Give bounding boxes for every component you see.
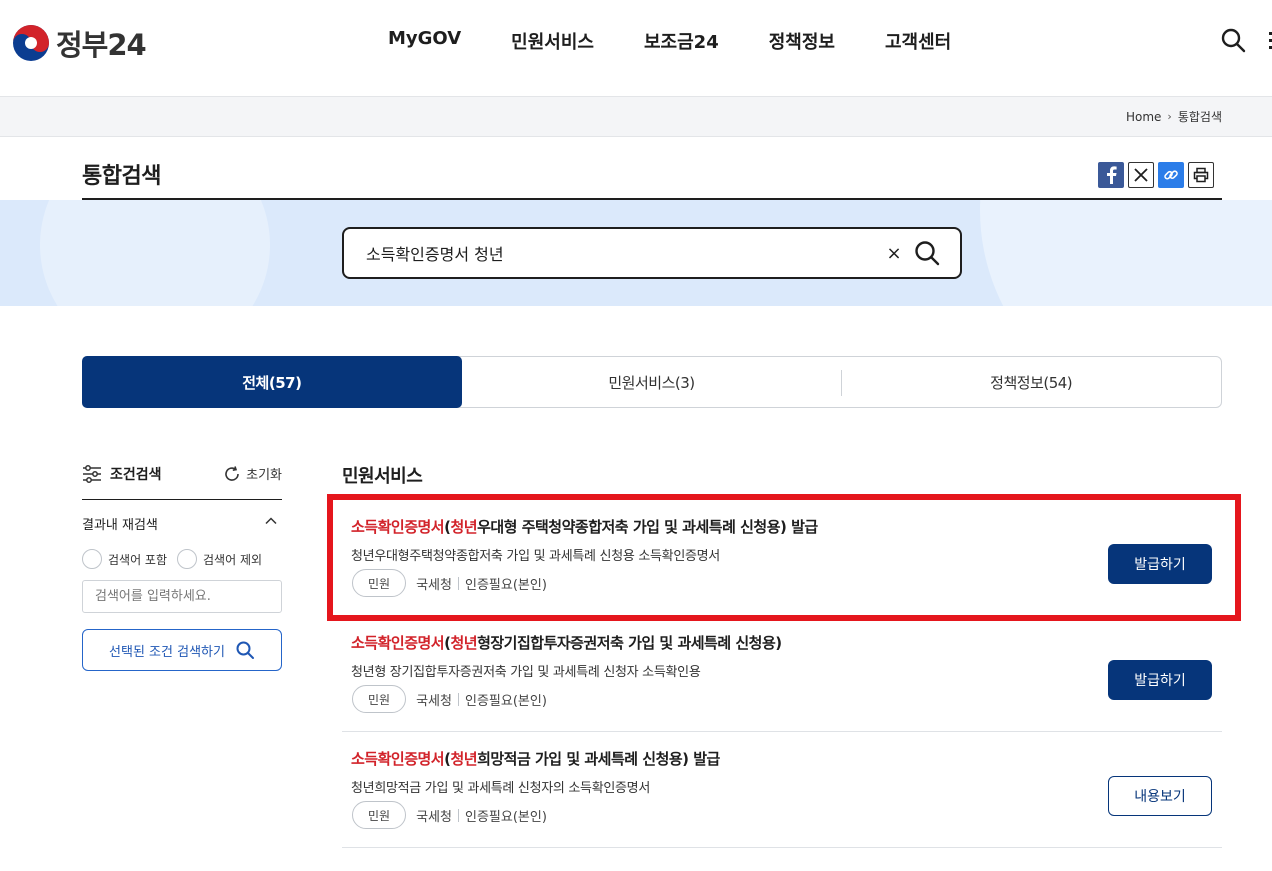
auth-requirement: 인증필요(본인): [464, 809, 547, 825]
result-title[interactable]: 소득확인증명서(청년희망적금 가입 및 과세특례 신청용) 발급: [351, 748, 720, 769]
agency: 국세청: [416, 693, 452, 709]
page-title: 통합검색: [82, 164, 161, 189]
result-tabs: 전체(57) 민원서비스(3) 정책정보(54): [82, 356, 1222, 408]
nav-customer-center[interactable]: 고객센터: [885, 28, 951, 54]
site-logo[interactable]: 정부24: [12, 22, 147, 64]
site-header: 정부24 MyGOV 민원서비스 보조금24 정책정보 고객센터: [0, 0, 1272, 96]
search-box: ×: [342, 227, 962, 279]
taegeuk-logo-icon: [13, 25, 49, 61]
list-item: 소득확인증명서(청년형장기집합투자증권저축 가입 및 과세특례 신청용) 청년형…: [342, 616, 1222, 732]
search-input[interactable]: [366, 241, 866, 265]
search-icon: [1221, 28, 1246, 53]
main-nav: MyGOV 민원서비스 보조금24 정책정보 고객센터: [388, 28, 951, 54]
agency: 국세청: [416, 809, 452, 825]
all-menu-button[interactable]: [1262, 28, 1272, 54]
nav-civil-service[interactable]: 민원서비스: [511, 28, 594, 54]
title-text: 우대형 주택청약종합저축 가입 및 과세특례 신청용) 발급: [477, 518, 818, 536]
refine-search-input[interactable]: [82, 580, 282, 613]
agency: 국세청: [416, 577, 452, 593]
category-chip: 민원: [352, 801, 407, 829]
sliders-icon: [83, 465, 101, 483]
search-icon: [236, 641, 254, 659]
issue-button[interactable]: 발급하기: [1108, 544, 1212, 584]
breadcrumb-bar: Home › 통합검색: [0, 96, 1272, 137]
refine-search-header[interactable]: 결과내 재검색: [82, 514, 282, 533]
meta-divider: [457, 576, 459, 590]
nav-mygov[interactable]: MyGOV: [388, 28, 461, 54]
result-description: 청년희망적금 가입 및 과세특례 신청자의 소득확인증명서: [351, 781, 651, 796]
breadcrumb: Home › 통합검색: [1126, 108, 1222, 125]
auth-requirement: 인증필요(본인): [464, 577, 547, 593]
result-description: 청년우대형주택청약종합저축 가입 및 과세특례 신청용 소득확인증명서: [351, 549, 720, 564]
title-highlight: 소득확인증명서: [351, 750, 445, 768]
filter-title-label: 조건검색: [110, 467, 162, 483]
x-share-button[interactable]: [1128, 162, 1154, 188]
title-highlight: 소득확인증명서: [351, 518, 445, 536]
breadcrumb-home[interactable]: Home: [1126, 110, 1161, 124]
category-chip: 민원: [352, 685, 407, 713]
radio-circle[interactable]: [177, 549, 198, 569]
submit-search-button[interactable]: [912, 239, 942, 269]
title-text: 희망적금 가입 및 과세특례 신청용) 발급: [477, 750, 720, 768]
result-meta: 민원 국세청 인증필요(본인): [352, 801, 547, 829]
tab-civil-service[interactable]: 민원서비스(3): [462, 357, 842, 407]
result-description: 청년형 장기집합투자증권저축 가입 및 과세특례 신청자 소득확인용: [351, 665, 701, 680]
result-title[interactable]: 소득확인증명서(청년우대형 주택청약종합저축 가입 및 과세특례 신청용) 발급: [351, 516, 818, 537]
view-details-button[interactable]: 내용보기: [1108, 776, 1212, 816]
refine-options: 검색어 포함 검색어 제외: [82, 549, 262, 569]
meta-divider: [457, 808, 459, 822]
logo-text: 정부24: [56, 28, 147, 62]
title-highlight: 청년: [450, 750, 478, 768]
result-meta: 민원 국세청 인증필요(본인): [352, 685, 547, 713]
result-title[interactable]: 소득확인증명서(청년형장기집합투자증권저축 가입 및 과세특례 신청용): [351, 632, 782, 653]
category-chip: 민원: [352, 569, 407, 597]
link-icon: [1164, 170, 1178, 180]
breadcrumb-current: 통합검색: [1177, 110, 1222, 124]
reset-filter-button[interactable]: 초기화: [223, 464, 282, 483]
exclude-label: 검색어 제외: [203, 552, 263, 567]
title-text: 형장기집합투자증권저축 가입 및 과세특례 신청용): [477, 634, 782, 652]
hero-decoration: [40, 200, 270, 306]
kebab-menu-icon: [1269, 32, 1272, 49]
search-with-conditions-label: 선택된 조건 검색하기: [109, 644, 225, 660]
refine-search-title: 결과내 재검색: [82, 518, 158, 533]
auth-requirement: 인증필요(본인): [464, 693, 547, 709]
hero-decoration: [980, 200, 1272, 306]
tab-all[interactable]: 전체(57): [82, 356, 462, 408]
chevron-up-icon: [265, 517, 277, 525]
section-title: 민원서비스: [342, 466, 423, 487]
nav-policy-info[interactable]: 정책정보: [769, 28, 835, 54]
search-icon: [915, 241, 940, 266]
chevron-right-icon: ›: [1167, 110, 1172, 123]
filter-title: 조건검색: [82, 464, 162, 484]
search-with-conditions-button[interactable]: 선택된 조건 검색하기: [82, 629, 282, 671]
exclude-radio[interactable]: 검색어 제외: [177, 549, 262, 569]
x-logo-icon: [1134, 168, 1148, 182]
filter-header: 조건검색 초기화: [82, 462, 282, 500]
include-radio[interactable]: 검색어 포함: [82, 549, 167, 569]
title-highlight: 소득확인증명서: [351, 634, 445, 652]
list-item: 소득확인증명서(청년우대형 주택청약종합저축 가입 및 과세특례 신청용) 발급…: [342, 500, 1222, 616]
copy-link-button[interactable]: [1158, 162, 1184, 188]
facebook-share-button[interactable]: [1098, 162, 1124, 188]
facebook-icon: [1107, 166, 1117, 184]
title-highlight: 청년: [450, 634, 478, 652]
include-label: 검색어 포함: [108, 552, 168, 567]
tab-policy-info[interactable]: 정책정보(54): [841, 357, 1221, 407]
header-search-button[interactable]: [1218, 27, 1248, 57]
reset-label: 초기화: [246, 468, 282, 483]
nav-subsidy24[interactable]: 보조금24: [644, 28, 719, 54]
list-item: 소득확인증명서(청년희망적금 가입 및 과세특례 신청용) 발급 청년희망적금 …: [342, 732, 1222, 848]
issue-button[interactable]: 발급하기: [1108, 660, 1212, 700]
refresh-icon: [225, 465, 239, 481]
result-meta: 민원 국세청 인증필요(본인): [352, 569, 547, 597]
share-buttons: [1098, 162, 1214, 188]
print-button[interactable]: [1188, 162, 1214, 188]
clear-search-button[interactable]: ×: [882, 241, 906, 265]
radio-circle[interactable]: [82, 549, 102, 569]
meta-divider: [457, 692, 459, 706]
title-highlight: 청년: [450, 518, 478, 536]
printer-icon: [1193, 167, 1209, 183]
